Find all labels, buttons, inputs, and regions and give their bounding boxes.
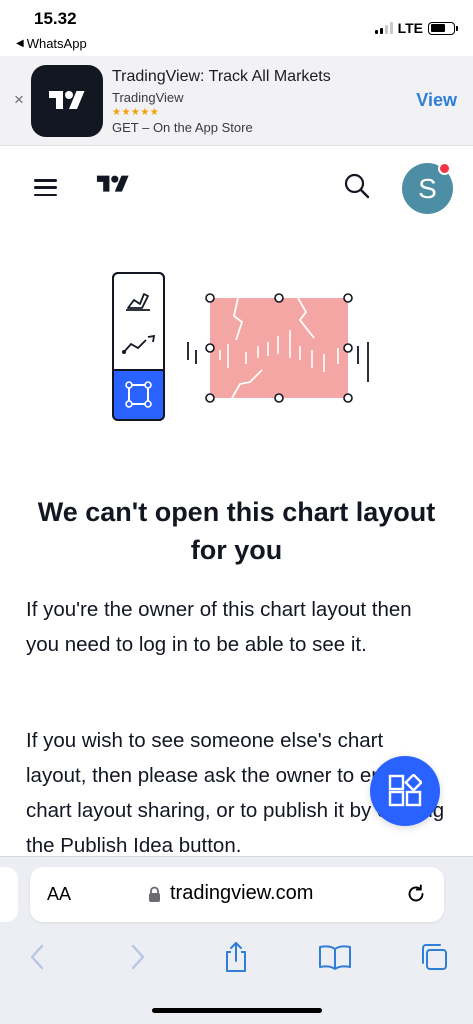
banner-rating-stars: ★★★★★: [112, 107, 160, 118]
notification-dot: [438, 162, 451, 175]
reader-settings-button[interactable]: AA: [47, 884, 71, 905]
banner-developer: TradingView: [112, 90, 184, 105]
status-time: 15.32: [34, 9, 77, 28]
status-indicators: LTE: [374, 20, 458, 36]
banner-get-text: GET – On the App Store: [112, 120, 253, 135]
site-header: S: [0, 147, 473, 227]
widgets-icon: [388, 774, 422, 807]
browser-toolbar: [0, 937, 473, 977]
back-icon[interactable]: [17, 937, 57, 977]
share-icon[interactable]: [216, 937, 256, 977]
tradingview-app-icon: [31, 65, 103, 137]
home-indicator: [152, 1008, 322, 1013]
signal-icon: [374, 22, 393, 34]
forward-icon[interactable]: [118, 937, 158, 977]
app-store-banner: × TradingView: Track All Markets Trading…: [0, 56, 473, 146]
url-text[interactable]: tradingview.com: [170, 882, 313, 905]
tabs-icon[interactable]: [414, 937, 454, 977]
banner-app-title: TradingView: Track All Markets: [112, 68, 331, 85]
bookmarks-icon[interactable]: [315, 937, 355, 977]
tradingview-logo[interactable]: [90, 172, 136, 202]
lock-icon: [148, 886, 161, 908]
previous-tab-peek[interactable]: [0, 867, 18, 922]
page-title: We can't open this chart layout for you: [37, 497, 436, 565]
widgets-fab-button[interactable]: [370, 756, 440, 826]
back-triangle-icon: ◀: [16, 38, 24, 49]
chart-layout-illustration: [100, 260, 390, 430]
status-bar: 15.32 ◀ WhatsApp LTE: [0, 0, 473, 56]
close-banner-button[interactable]: ×: [11, 90, 27, 110]
network-type: LTE: [397, 20, 423, 36]
banner-view-button[interactable]: View: [416, 90, 457, 111]
back-app-label: WhatsApp: [26, 36, 87, 51]
owner-message: If you're the owner of this chart layout…: [26, 598, 412, 656]
address-bar[interactable]: AA tradingview.com: [30, 867, 444, 922]
search-icon[interactable]: [343, 172, 371, 200]
reload-icon[interactable]: [405, 883, 427, 910]
back-to-app[interactable]: ◀ WhatsApp: [16, 36, 87, 51]
safari-toolbar: AA tradingview.com: [0, 856, 473, 1024]
battery-icon: [428, 21, 458, 35]
menu-icon[interactable]: [34, 179, 57, 196]
